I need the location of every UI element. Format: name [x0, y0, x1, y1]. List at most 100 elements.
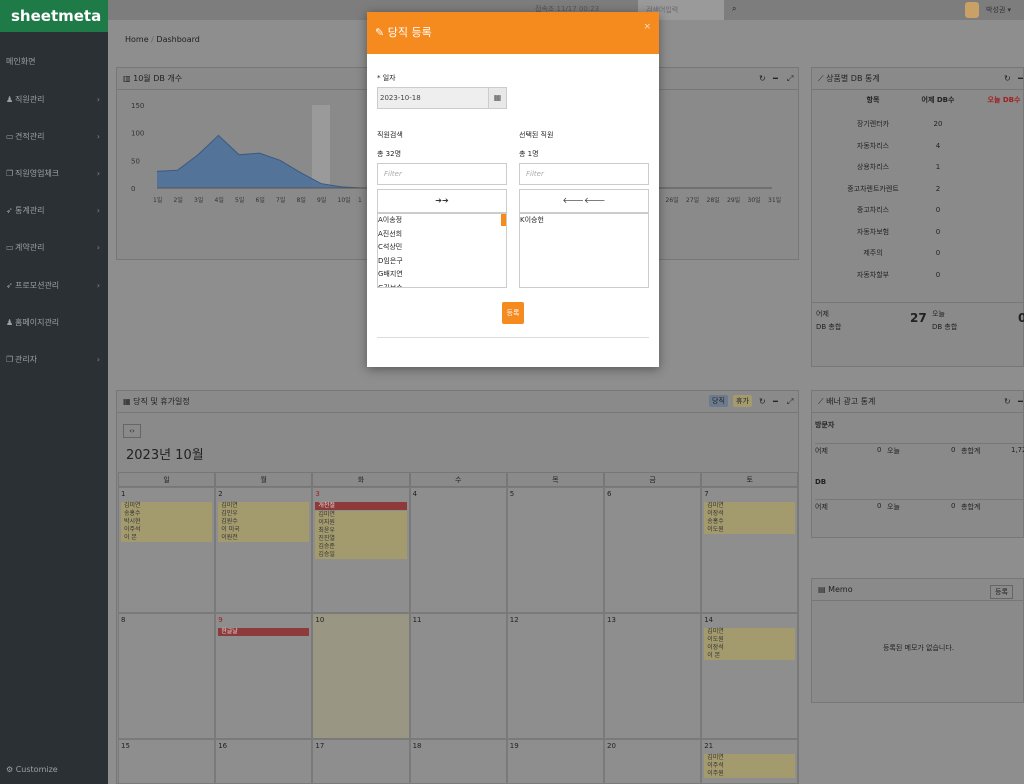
- event-item[interactable]: 이 미국: [218, 526, 310, 534]
- date-field[interactable]: 2023-10-18 ▦: [377, 87, 507, 109]
- breadcrumb-home[interactable]: Home: [125, 35, 149, 44]
- event-block[interactable]: 개천절 김미연 이지원 최윤우 진진열 김승준 김승일: [315, 502, 407, 559]
- holiday-label[interactable]: 한글날: [218, 628, 310, 636]
- calendar-icon[interactable]: ▦: [488, 88, 506, 108]
- minimize-icon[interactable]: ━: [773, 397, 778, 406]
- move-all-right-button[interactable]: ➔➔: [377, 189, 507, 213]
- memo-add-button[interactable]: 등록: [990, 585, 1013, 599]
- close-icon[interactable]: ×: [643, 6, 651, 48]
- calendar-day-cell[interactable]: 19: [506, 739, 604, 784]
- sidebar-item-contract[interactable]: ▭계약관리 ›: [0, 234, 108, 262]
- minimize-icon[interactable]: ━: [1018, 74, 1023, 83]
- calendar-day-cell[interactable]: 21 김미연 이주석 이주원: [701, 739, 799, 784]
- refresh-icon[interactable]: ↻: [759, 397, 766, 406]
- duty-filter-button[interactable]: 당직: [709, 395, 728, 407]
- event-item[interactable]: 이원전: [218, 534, 310, 542]
- list-item[interactable]: A이송정: [378, 214, 506, 228]
- expand-icon[interactable]: ⤢: [787, 74, 793, 84]
- sidebar-item-estimate[interactable]: ▭견적관리 ›: [0, 123, 108, 151]
- available-staff-list[interactable]: A이송정 A진선희 C석상민 D임은구 G배지연 G김보수: [377, 213, 507, 288]
- event-block[interactable]: 한글날: [218, 628, 310, 637]
- event-item[interactable]: 김승일: [315, 551, 407, 559]
- event-item[interactable]: 김미연: [704, 502, 796, 510]
- event-block[interactable]: 김미연 송홍수 박시현 이주석 이 본: [121, 502, 213, 542]
- event-item[interactable]: 송홍수: [121, 510, 213, 518]
- minimize-icon[interactable]: ━: [773, 74, 778, 83]
- sidebar-item-promotion[interactable]: ➶ 프로모션관리 ›: [0, 272, 108, 300]
- sidebar-item-homepage[interactable]: ♟ 홈페이지관리: [0, 309, 108, 337]
- calendar-day-cell[interactable]: 5: [506, 487, 604, 613]
- selected-staff-list[interactable]: K이승헌: [519, 213, 649, 288]
- list-item[interactable]: K이승헌: [520, 214, 648, 228]
- calendar-day-cell[interactable]: 17: [312, 739, 410, 784]
- move-all-left-button[interactable]: 🡐🡐: [519, 189, 649, 213]
- calendar-day-cell[interactable]: 16: [215, 739, 313, 784]
- event-item[interactable]: 김민우: [218, 510, 310, 518]
- calendar-day-cell[interactable]: 20: [604, 739, 702, 784]
- sidebar-item-admin[interactable]: ❐ 관리자 ›: [0, 346, 108, 374]
- calendar-day-cell[interactable]: 10: [312, 613, 410, 739]
- list-item[interactable]: G배지연: [378, 268, 506, 282]
- list-item[interactable]: D임은구: [378, 255, 506, 269]
- event-item[interactable]: 송홍수: [704, 518, 796, 526]
- calendar-day-cell[interactable]: 3 개천절 김미연 이지원 최윤우 진진열 김승준 김승일: [312, 487, 410, 613]
- calendar-day-cell[interactable]: 2 김미연 김민우 김원수 이 미국 이원전: [215, 487, 313, 613]
- sidebar-item-staff[interactable]: ♟ 직원관리 ›: [0, 86, 108, 114]
- left-filter-input[interactable]: Filter: [377, 163, 507, 185]
- event-item[interactable]: 박시현: [121, 518, 213, 526]
- list-item[interactable]: G김보수: [378, 282, 506, 288]
- sidebar-item-stats[interactable]: ➶ 통계관리 ›: [0, 197, 108, 225]
- calendar-day-cell[interactable]: 4: [409, 487, 507, 613]
- event-item[interactable]: 김미연: [704, 628, 796, 636]
- event-item[interactable]: 이주석: [121, 526, 213, 534]
- avatar[interactable]: [965, 2, 979, 18]
- list-item[interactable]: A진선희: [378, 228, 506, 242]
- event-block[interactable]: 김미연 이장석 송홍수 이도원: [704, 502, 796, 534]
- calendar-nav-button[interactable]: ‹›: [123, 424, 141, 438]
- calendar-day-cell[interactable]: 6: [604, 487, 702, 613]
- event-item[interactable]: 김승준: [315, 543, 407, 551]
- event-item[interactable]: 이주석: [704, 762, 796, 770]
- register-button[interactable]: 등록: [502, 302, 524, 324]
- sidebar-item-main[interactable]: 메인화면: [0, 48, 108, 76]
- event-block[interactable]: 김미연 이도원 이장석 이 본: [704, 628, 796, 660]
- event-item[interactable]: 김미연: [315, 511, 407, 519]
- calendar-day-cell[interactable]: 18: [409, 739, 507, 784]
- event-item[interactable]: 이도원: [704, 636, 796, 644]
- sidebar-item-sales-check[interactable]: ❐ 직원영업체크 ›: [0, 160, 108, 188]
- right-filter-input[interactable]: Filter: [519, 163, 649, 185]
- list-item[interactable]: C석상민: [378, 241, 506, 255]
- event-item[interactable]: 진진열: [315, 535, 407, 543]
- refresh-icon[interactable]: ↻: [1004, 397, 1011, 406]
- calendar-day-cell[interactable]: 15: [118, 739, 216, 784]
- event-item[interactable]: 김원수: [218, 518, 310, 526]
- leave-filter-button[interactable]: 휴가: [733, 395, 752, 407]
- event-item[interactable]: 이도원: [704, 526, 796, 534]
- event-item[interactable]: 최윤우: [315, 527, 407, 535]
- event-item[interactable]: 김미연: [121, 502, 213, 510]
- calendar-day-cell[interactable]: 13: [604, 613, 702, 739]
- refresh-icon[interactable]: ↻: [759, 74, 766, 83]
- event-item[interactable]: 이장석: [704, 510, 796, 518]
- calendar-day-cell[interactable]: 8: [118, 613, 216, 739]
- event-item[interactable]: 이 본: [704, 652, 796, 660]
- event-item[interactable]: 이주원: [704, 770, 796, 778]
- calendar-day-cell[interactable]: 11: [409, 613, 507, 739]
- scrollbar[interactable]: [501, 214, 506, 226]
- event-block[interactable]: 김미연 이주석 이주원: [704, 754, 796, 778]
- search-icon[interactable]: ⌕: [732, 4, 736, 14]
- event-item[interactable]: 이 본: [121, 534, 213, 542]
- event-block[interactable]: 김미연 김민우 김원수 이 미국 이원전: [218, 502, 310, 542]
- brand-logo[interactable]: sheetmeta: [0, 0, 108, 32]
- refresh-icon[interactable]: ↻: [1004, 74, 1011, 83]
- calendar-day-cell[interactable]: 7 김미연 이장석 송홍수 이도원: [701, 487, 799, 613]
- username[interactable]: 박성권 ▾: [986, 5, 1011, 15]
- event-item[interactable]: 이지원: [315, 519, 407, 527]
- holiday-label[interactable]: 개천절: [315, 502, 407, 510]
- customize-link[interactable]: ⚙ Customize: [6, 765, 58, 774]
- event-item[interactable]: 김미연: [704, 754, 796, 762]
- calendar-day-cell[interactable]: 1 김미연 송홍수 박시현 이주석 이 본: [118, 487, 216, 613]
- minimize-icon[interactable]: ━: [1018, 397, 1023, 406]
- calendar-day-cell[interactable]: 14 김미연 이도원 이장석 이 본: [701, 613, 799, 739]
- event-item[interactable]: 이장석: [704, 644, 796, 652]
